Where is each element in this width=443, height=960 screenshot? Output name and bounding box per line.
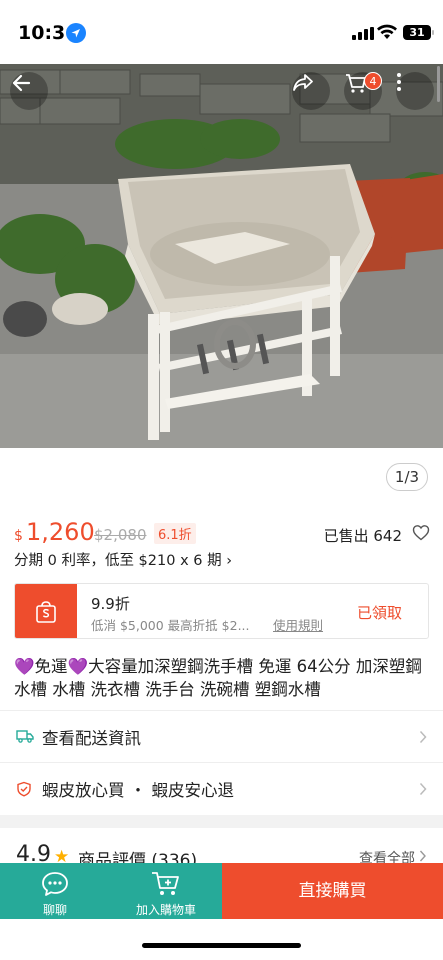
back-arrow-icon bbox=[12, 74, 31, 92]
shield-icon bbox=[17, 781, 31, 797]
voucher-title: 9.9折 bbox=[91, 595, 130, 613]
installment-info[interactable]: 分期 0 利率，低至 $210 x 6 期 › bbox=[14, 549, 232, 570]
purple-heart-icon: 💜 bbox=[67, 657, 89, 676]
voucher-card[interactable]: 9.9折 低消 $5,000 最高折抵 $2... 使用規則 已領取 bbox=[14, 583, 429, 639]
share-icon bbox=[293, 74, 313, 91]
shipping-info-row[interactable]: 查看配送資訊 bbox=[0, 712, 443, 762]
bottom-action-bar: 聊聊 加入購物車 直接購買 bbox=[0, 863, 443, 919]
discount-badge: 6.1折 bbox=[154, 523, 196, 544]
chat-label: 聊聊 bbox=[42, 903, 67, 917]
shipping-info-label: 查看配送資訊 bbox=[42, 729, 141, 748]
voucher-badge bbox=[15, 584, 77, 638]
cart-count-badge: 4 bbox=[364, 72, 382, 90]
home-indicator bbox=[142, 943, 301, 948]
price-row: $ 1,260 $2,080 6.1折 已售出 642 bbox=[14, 518, 430, 548]
sold-count: 已售出 642 bbox=[323, 527, 402, 545]
add-to-cart-button[interactable]: 加入購物車 bbox=[110, 863, 222, 919]
voucher-description: 低消 $5,000 最高折抵 $2... bbox=[91, 618, 250, 633]
product-title: 💜免運💜大容量加深塑鋼洗手槽 免運 64公分 加深塑鋼水槽 水槽 洗衣槽 洗手台… bbox=[14, 655, 434, 701]
product-photo bbox=[0, 64, 443, 448]
image-pager: 1/3 bbox=[386, 463, 428, 491]
divider bbox=[0, 710, 443, 711]
chevron-right-icon bbox=[419, 782, 427, 796]
voucher-rules-link[interactable]: 使用規則 bbox=[273, 615, 323, 634]
voucher-bag-icon bbox=[36, 601, 56, 623]
product-title-part-1: 免運 bbox=[34, 657, 68, 676]
currency-symbol: $ bbox=[14, 528, 23, 544]
buy-now-button[interactable]: 直接購買 bbox=[222, 863, 443, 919]
divider bbox=[0, 762, 443, 763]
product-image[interactable]: 4 bbox=[0, 64, 443, 448]
purple-heart-icon: 💜 bbox=[14, 657, 35, 676]
chat-icon bbox=[42, 872, 68, 896]
guarantee-row[interactable]: 蝦皮放心買 ・ 蝦皮安心退 bbox=[0, 764, 443, 814]
voucher-claimed-status: 已領取 bbox=[357, 604, 403, 622]
add-to-cart-label: 加入購物車 bbox=[135, 903, 196, 917]
battery-indicator: 31 bbox=[403, 25, 434, 40]
more-icon bbox=[397, 73, 401, 91]
location-arrow-icon bbox=[66, 23, 86, 43]
more-button[interactable] bbox=[396, 72, 434, 110]
status-bar: 10:36 31 bbox=[0, 0, 443, 64]
add-cart-icon bbox=[152, 872, 179, 895]
truck-icon bbox=[16, 730, 34, 743]
chevron-right-icon bbox=[419, 850, 426, 862]
original-price: $2,080 bbox=[94, 526, 147, 544]
wifi-icon bbox=[376, 24, 398, 44]
scroll-indicator bbox=[437, 66, 440, 102]
share-button[interactable] bbox=[292, 72, 330, 110]
chevron-right-icon bbox=[419, 730, 427, 744]
current-price: 1,260 bbox=[26, 518, 95, 546]
chat-button[interactable]: 聊聊 bbox=[0, 863, 110, 919]
guarantee-label: 蝦皮放心買 ・ 蝦皮安心退 bbox=[42, 781, 234, 800]
back-button[interactable] bbox=[10, 72, 48, 110]
section-gap bbox=[0, 815, 443, 828]
heart-outline-icon[interactable] bbox=[412, 524, 430, 545]
